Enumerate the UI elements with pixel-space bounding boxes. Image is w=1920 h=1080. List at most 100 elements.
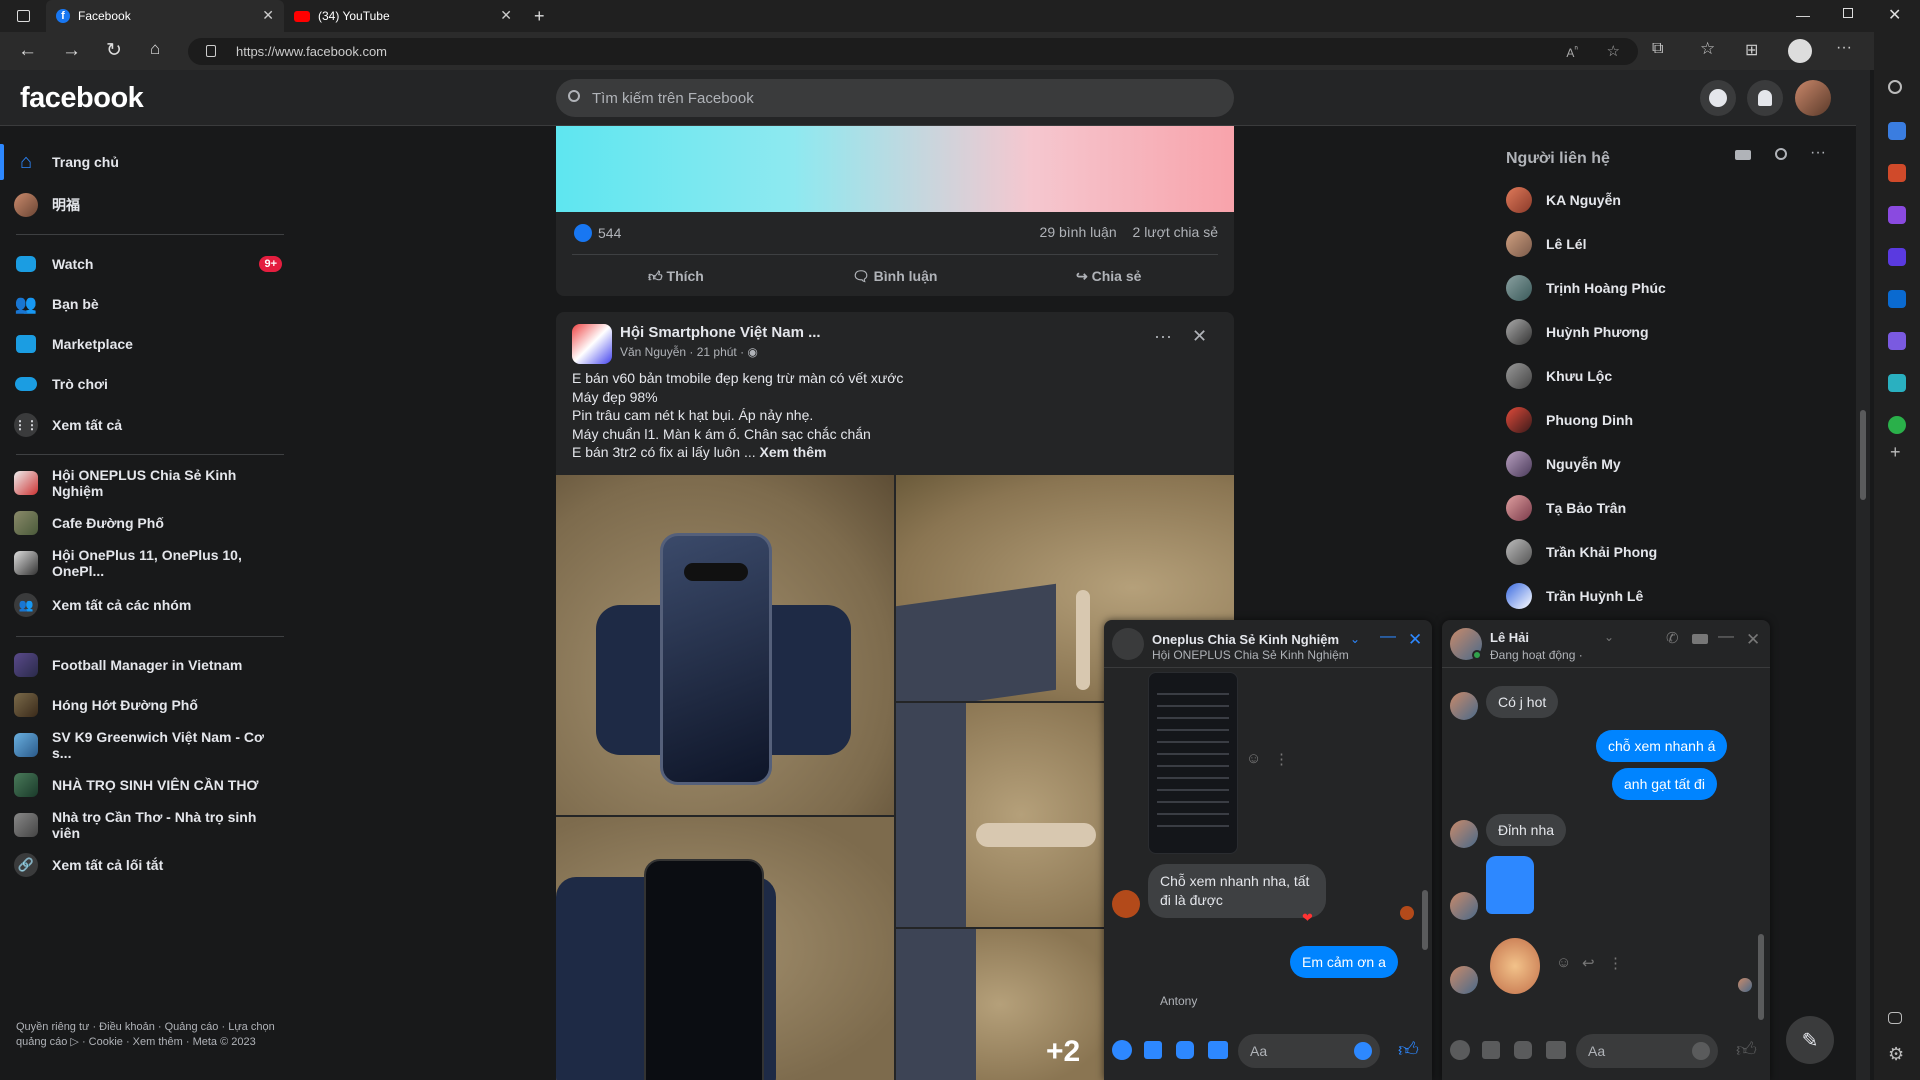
like-button[interactable]: 👍︎ Thích (648, 268, 704, 285)
post-author[interactable]: Văn Nguyễn · 21 phút · (620, 345, 744, 359)
contact-item[interactable]: Khưu Lộc (1506, 357, 1612, 395)
contact-item[interactable]: KA Nguyễn (1506, 181, 1621, 219)
sidebar-see-all-shortcuts[interactable]: 🔗 Xem tất cả lối tắt (14, 848, 284, 882)
notifications-button[interactable] (1747, 80, 1783, 116)
emoji-icon[interactable] (1692, 1042, 1710, 1060)
sidebar-shortcut-item[interactable]: Nhà trọ Cần Thơ - Nhà trọ sinh viên (14, 808, 284, 842)
chevron-down-icon[interactable]: ⌄ (1350, 632, 1360, 646)
sidebar-group-item[interactable]: Hội OnePlus 11, OnePlus 10, OnePl... (14, 546, 284, 580)
favorites-icon[interactable]: ☆ (1700, 39, 1715, 59)
contact-item[interactable]: Phuong Dinh (1506, 401, 1633, 439)
contact-item[interactable]: Nguyễn My (1506, 445, 1621, 483)
post-photo[interactable] (556, 817, 894, 1080)
chat-header[interactable]: Lê Hải Đang hoạt động · ⌄ ✆ — ✕ (1442, 620, 1770, 668)
refresh-icon[interactable]: ↻ (106, 39, 122, 62)
contacts-options-icon[interactable]: ··· (1810, 144, 1826, 162)
message-options-icon[interactable]: ⋮ (1608, 954, 1623, 972)
back-icon[interactable]: ← (18, 40, 37, 62)
add-icon[interactable]: + (1890, 442, 1901, 463)
react-icon[interactable]: ☺ (1246, 750, 1261, 767)
plus-icon[interactable] (1112, 1040, 1132, 1060)
chat-scrollbar[interactable] (1422, 680, 1428, 1020)
more-icon[interactable]: ··· (1836, 39, 1852, 57)
post-photo[interactable] (896, 703, 1104, 927)
post-photo[interactable]: +2 (896, 929, 1104, 1080)
gif-icon[interactable] (1208, 1041, 1228, 1059)
chat-header[interactable]: Oneplus Chia Sẻ Kinh Nghiệm Hội ONEPLUS … (1104, 620, 1432, 668)
post-image[interactable] (556, 126, 1234, 212)
close-chat-icon[interactable]: ✕ (1746, 630, 1760, 650)
contact-item[interactable]: Trần Khải Phong (1506, 533, 1657, 571)
sidebar-shortcut-item[interactable]: SV K9 Greenwich Việt Nam - Cơ s... (14, 728, 284, 762)
tab-actions-icon[interactable] (0, 0, 46, 32)
games-icon[interactable] (1888, 206, 1906, 224)
message-input[interactable]: Aa (1576, 1034, 1718, 1068)
tab-facebook[interactable]: f Facebook ✕ (46, 0, 284, 32)
search-input[interactable]: Tìm kiếm trên Facebook (556, 79, 1234, 117)
outlook-icon[interactable] (1888, 290, 1906, 308)
drop-icon[interactable] (1888, 374, 1906, 392)
reply-icon[interactable]: ↩ (1582, 954, 1595, 972)
read-aloud-icon[interactable]: Aⁿ (1566, 44, 1578, 60)
see-more-link[interactable]: Xem thêm (760, 444, 827, 460)
close-tab-icon[interactable]: ✕ (262, 7, 274, 24)
phone-icon[interactable]: ✆ (1666, 629, 1679, 647)
share-button[interactable]: ↪ Chia sẻ (1076, 268, 1141, 285)
sidebar-item-watch[interactable]: Watch 9+ (14, 247, 284, 281)
sidebar-group-item[interactable]: Hội ONEPLUS Chia Sẻ Kinh Nghiệm (14, 466, 284, 500)
sticker-icon[interactable] (1176, 1041, 1194, 1059)
forward-icon[interactable]: → (62, 40, 81, 62)
home-icon[interactable]: ⌂ (150, 39, 160, 59)
like-send-icon[interactable]: 👍︎ (1736, 1038, 1757, 1062)
address-bar[interactable]: https://www.facebook.com Aⁿ ☆ (188, 38, 1638, 65)
react-icon[interactable]: ☺ (1556, 954, 1571, 971)
favorite-star-icon[interactable]: ☆ (1607, 42, 1620, 60)
restore-icon[interactable] (1843, 8, 1853, 18)
sidebar-toggle-icon[interactable] (1888, 1012, 1902, 1024)
shares-count[interactable]: 2 lượt chia sẻ (1133, 224, 1218, 240)
sidebar-item-home[interactable]: ⌂ Trang chủ (14, 145, 284, 179)
sidebar-shortcut-item[interactable]: NHÀ TRỌ SINH VIÊN CẦN THƠ (14, 768, 284, 802)
minimize-chat-icon[interactable]: — (1718, 628, 1734, 646)
close-window-icon[interactable]: ✕ (1888, 5, 1901, 25)
chevron-down-icon[interactable]: ⌄ (1604, 630, 1614, 644)
sidebar-item-marketplace[interactable]: Marketplace (14, 327, 284, 361)
designer-icon[interactable] (1888, 332, 1906, 350)
collections-icon[interactable]: ⊞ (1745, 40, 1758, 60)
new-tab-icon[interactable]: + (534, 6, 545, 27)
facebook-logo[interactable]: facebook (20, 82, 144, 115)
post-group-name[interactable]: Hội Smartphone Việt Nam ... (620, 324, 821, 341)
post-photo[interactable] (556, 475, 894, 815)
sticker-icon[interactable] (1514, 1041, 1532, 1059)
new-message-button[interactable]: ✎ (1786, 1016, 1834, 1064)
message-input[interactable]: Aa (1238, 1034, 1380, 1068)
minimize-chat-icon[interactable]: — (1380, 628, 1396, 646)
message-options-icon[interactable]: ⋮ (1274, 750, 1289, 768)
hide-post-icon[interactable]: ✕ (1192, 326, 1207, 347)
sidebar-item-profile[interactable]: 明福 (14, 188, 284, 222)
post-options-icon[interactable]: ··· (1154, 326, 1172, 347)
contact-item[interactable]: Trần Huỳnh Lê (1506, 577, 1643, 615)
gif-icon[interactable] (1546, 1041, 1566, 1059)
shared-screenshot[interactable] (1148, 672, 1238, 854)
plus-icon[interactable] (1450, 1040, 1470, 1060)
group-avatar[interactable] (572, 324, 612, 364)
close-chat-icon[interactable]: ✕ (1408, 630, 1422, 650)
contact-item[interactable]: Trịnh Hoàng Phúc (1506, 269, 1666, 307)
contact-item[interactable]: Lê Lél (1506, 225, 1586, 263)
comments-count[interactable]: 29 bình luận (1040, 224, 1117, 240)
minimize-icon[interactable]: — (1796, 7, 1810, 23)
tree-icon[interactable] (1888, 416, 1906, 434)
sidebar-item-friends[interactable]: 👥 Bạn bè (14, 287, 284, 321)
contact-item[interactable]: Huỳnh Phương (1506, 313, 1649, 351)
search-icon[interactable] (1888, 80, 1902, 94)
reaction-count[interactable]: 544 (574, 224, 621, 242)
sidebar-item-see-all[interactable]: ⋮⋮ Xem tất cả (14, 408, 284, 442)
microsoft-365-icon[interactable] (1888, 248, 1906, 266)
chat-scrollbar[interactable] (1758, 680, 1764, 1020)
photo-icon[interactable] (1482, 1041, 1500, 1059)
emoji-icon[interactable] (1354, 1042, 1372, 1060)
video-call-icon[interactable] (1735, 150, 1751, 160)
comment-button[interactable]: 🗨︎ Bình luận (852, 268, 937, 285)
photo-icon[interactable] (1144, 1041, 1162, 1059)
